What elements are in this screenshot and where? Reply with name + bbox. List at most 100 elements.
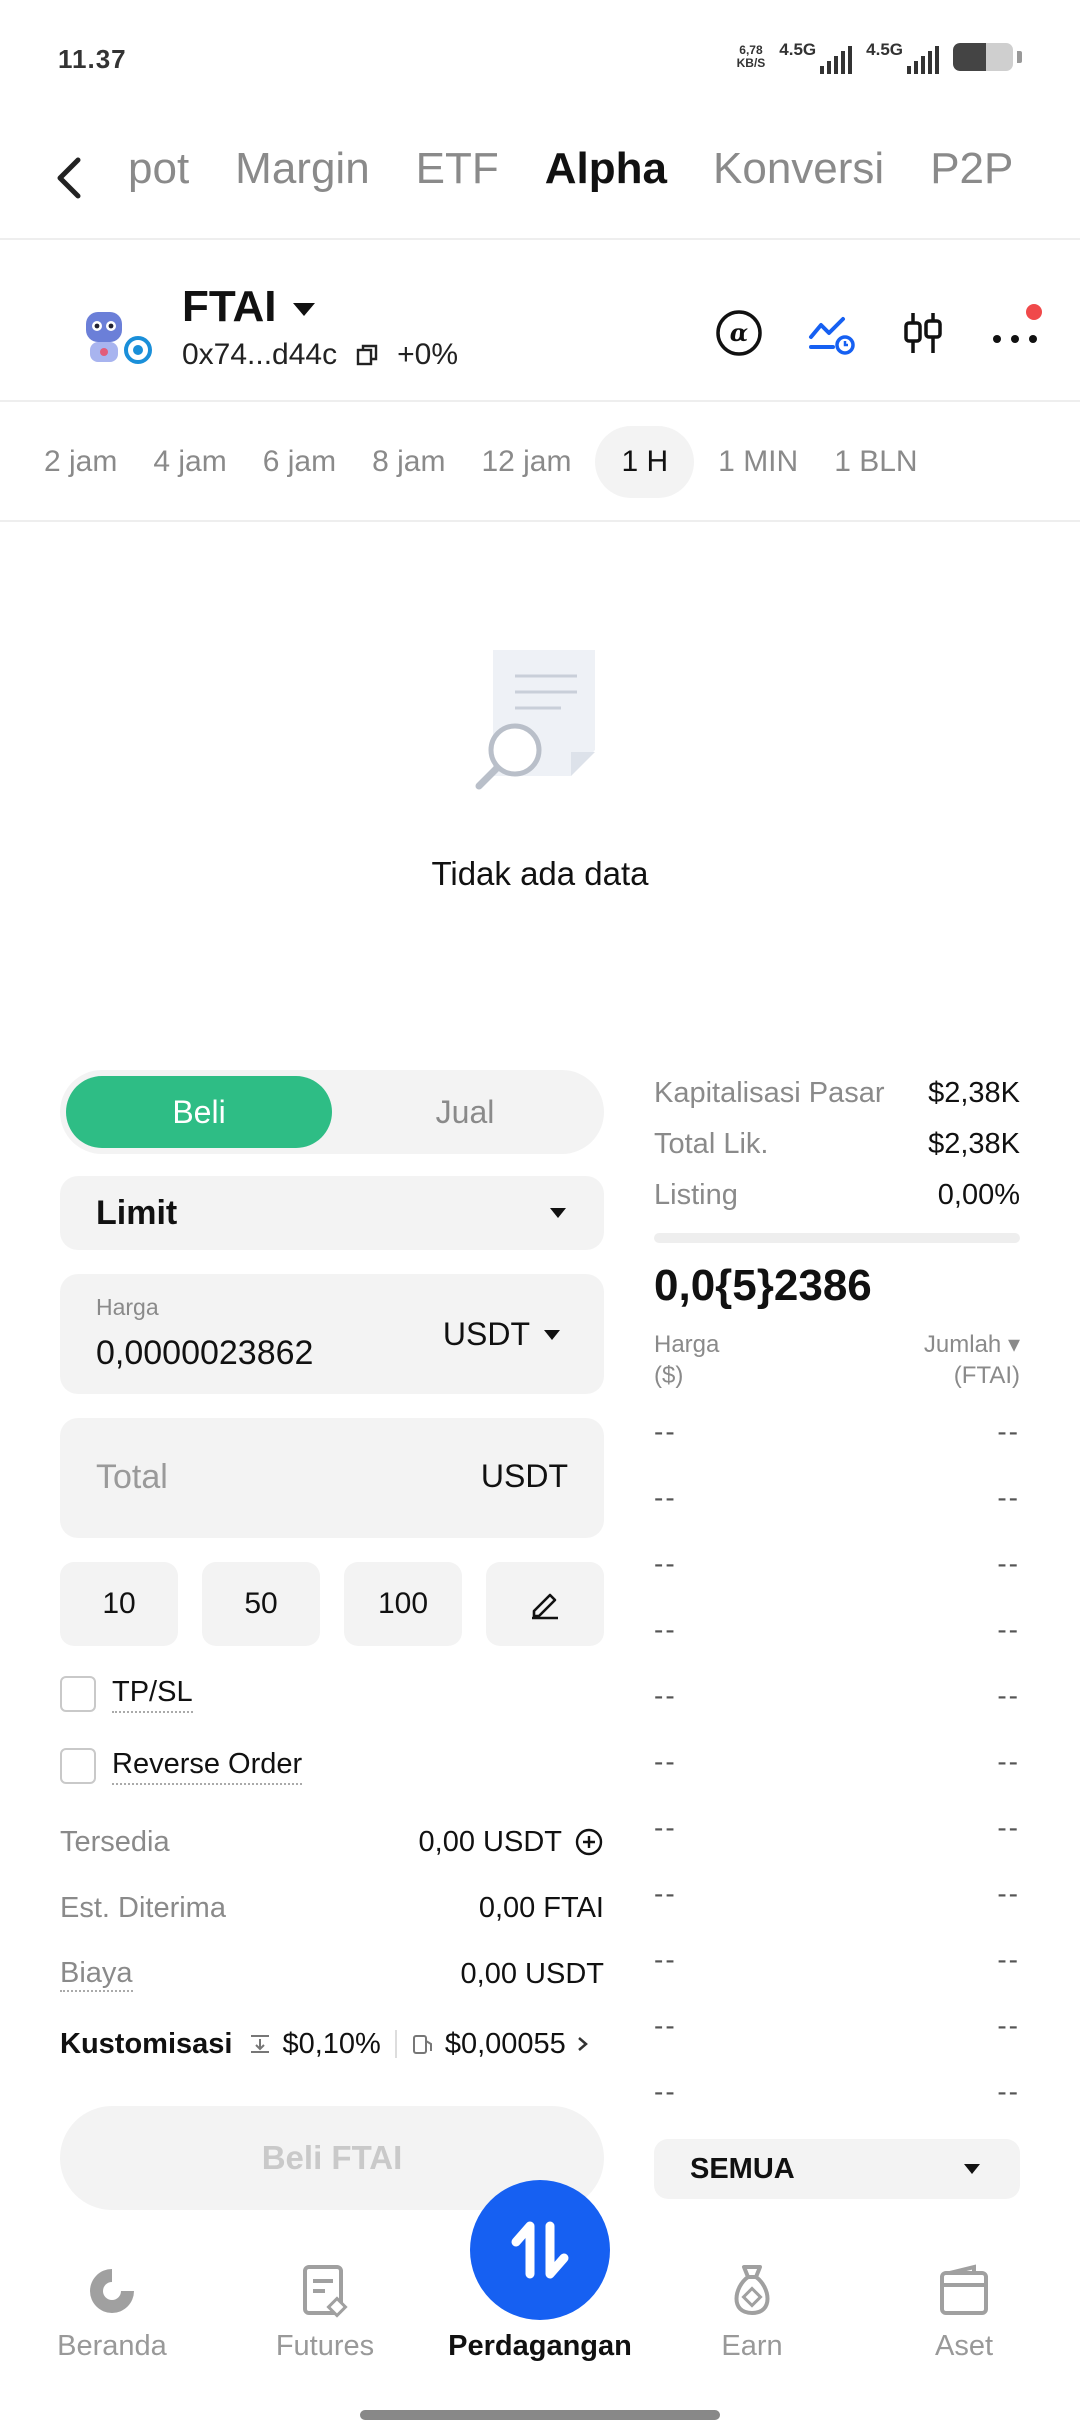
col-amount-label: Jumlah (923, 1331, 1002, 1358)
last-price: 0,0{5}2386 (654, 1261, 872, 1310)
notification-dot (1026, 304, 1042, 320)
order-type-select[interactable]: Limit (60, 1176, 604, 1250)
more-menu-icon[interactable] (990, 304, 1042, 358)
slippage-value: $0,10% (282, 2027, 381, 2060)
order-book-amount: -- (997, 1812, 1020, 1843)
nav-beranda[interactable]: Beranda (12, 2260, 212, 2363)
home-icon (12, 2260, 212, 2322)
preset-10[interactable]: 10 (60, 1562, 178, 1646)
sell-tab[interactable]: Jual (332, 1076, 598, 1148)
price-alert-icon[interactable] (806, 308, 856, 358)
slippage-icon (251, 2035, 270, 2053)
earn-icon (652, 2260, 852, 2322)
filter-value: SEMUA (690, 2152, 795, 2185)
status-bar: 11.37 6,78 KB/S 4.5G 4.5G (0, 0, 1080, 120)
available-row: Tersedia 0,00 USDT (60, 1822, 604, 1862)
reverse-order-option[interactable]: Reverse Order (60, 1744, 604, 1788)
order-book-price: -- (654, 1482, 677, 1513)
order-book-row: -- -- (654, 2059, 1020, 2125)
status-indicators: 6,78 KB/S 4.5G 4.5G (737, 40, 1022, 74)
status-time: 11.37 (58, 44, 127, 74)
candlestick-chart-icon[interactable] (898, 308, 948, 358)
home-indicator (360, 2410, 720, 2420)
order-form: Beli Jual Limit Harga 0,0000023862 USDT … (60, 1070, 604, 2210)
caret-down-icon (550, 1208, 566, 1218)
nav-futures[interactable]: Futures (225, 2260, 425, 2363)
interval-1m[interactable]: 1 BLN (822, 426, 929, 498)
order-book-price: -- (654, 1614, 677, 1645)
interval-2h[interactable]: 2 jam (32, 426, 129, 498)
order-book-amount: -- (997, 1878, 1020, 1909)
market-type-tabs: pot Margin ETF Alpha Konversi P2P (0, 120, 1080, 240)
add-funds-icon[interactable] (574, 1827, 604, 1857)
back-button[interactable] (44, 148, 94, 208)
order-book-price: -- (654, 1812, 677, 1843)
svg-text:α: α (730, 318, 748, 347)
tab-konversi[interactable]: Konversi (713, 144, 884, 194)
estimated-receive-row: Est. Diterima 0,00 FTAI (60, 1888, 604, 1928)
order-book-row: -- -- (654, 1795, 1020, 1861)
tab-spot[interactable]: pot (128, 144, 189, 194)
edit-presets-button[interactable] (486, 1562, 604, 1646)
market-info-panel: Kapitalisasi Pasar $2,38K Total Lik. $2,… (654, 1068, 1020, 2199)
total-liquidity-row: Total Lik. $2,38K (654, 1128, 1020, 1160)
amount-column-toggle[interactable]: Jumlah ▾ (FTAI) (924, 1329, 1020, 1391)
signal-2-icon: 4.5G (866, 40, 939, 74)
caret-down-icon (964, 2164, 980, 2174)
market-cap-row: Kapitalisasi Pasar $2,38K (654, 1077, 1020, 1109)
tpsl-option[interactable]: TP/SL (60, 1672, 604, 1716)
preset-50[interactable]: 50 (202, 1562, 320, 1646)
interval-6h[interactable]: 6 jam (251, 426, 348, 498)
network-speed: 6,78 KB/S (736, 43, 766, 70)
futures-icon (225, 2260, 425, 2322)
order-book-price: -- (654, 2010, 677, 2041)
interval-8h[interactable]: 8 jam (360, 426, 457, 498)
price-input[interactable]: Harga 0,0000023862 USDT (60, 1274, 604, 1394)
trade-icon (511, 2221, 569, 2279)
alpha-icon[interactable]: α (714, 308, 764, 358)
buy-tab[interactable]: Beli (66, 1076, 332, 1148)
estimated-receive-value: 0,00 FTAI (478, 1891, 604, 1924)
order-book-row: -- -- (654, 1597, 1020, 1663)
token-logo-icon (86, 312, 152, 364)
tpsl-checkbox[interactable] (60, 1676, 96, 1712)
token-address: 0x74...d44c (182, 338, 338, 371)
reverse-order-checkbox[interactable] (60, 1748, 96, 1784)
interval-1d[interactable]: 1 H (595, 426, 695, 498)
price-label: Harga (96, 1294, 159, 1320)
nav-earn[interactable]: Earn (652, 2260, 852, 2363)
price-value[interactable]: 0,0000023862 (96, 1334, 313, 1373)
order-type-value: Limit (96, 1193, 178, 1232)
order-book-row: -- -- (654, 1399, 1020, 1465)
copy-icon[interactable] (355, 343, 379, 367)
token-header: FTAI 0x74...d44c +0% α (0, 242, 1080, 402)
interval-1w[interactable]: 1 MIN (706, 426, 810, 498)
available-label: Tersedia (60, 1825, 170, 1858)
price-unit-select[interactable]: USDT (443, 1316, 560, 1353)
customize-row[interactable]: Kustomisasi $0,10% $0,00055 (60, 2022, 604, 2066)
chart-empty-state: Tidak ada data (0, 600, 1080, 893)
fee-label[interactable]: Biaya (60, 1957, 133, 1992)
interval-4h[interactable]: 4 jam (141, 426, 238, 498)
token-selector[interactable]: FTAI (182, 282, 315, 332)
nav-aset[interactable]: Aset (864, 2260, 1064, 2363)
preset-100[interactable]: 100 (344, 1562, 462, 1646)
order-book-amount: -- (997, 1482, 1020, 1513)
tab-alpha[interactable]: Alpha (545, 144, 667, 194)
order-book-filter-select[interactable]: SEMUA (654, 2139, 1020, 2199)
chart-interval-selector: 2 jam 4 jam 6 jam 8 jam 12 jam 1 H 1 MIN… (0, 404, 1080, 522)
tab-margin[interactable]: Margin (235, 144, 370, 194)
order-book-amount: -- (997, 1944, 1020, 1975)
token-sub-info: 0x74...d44c +0% (182, 338, 458, 372)
order-book-row: -- -- (654, 1993, 1020, 2059)
col-price-label: Harga (654, 1331, 720, 1358)
order-book-price: -- (654, 1416, 677, 1447)
order-book-amount: -- (997, 2076, 1020, 2107)
interval-12h[interactable]: 12 jam (469, 426, 583, 498)
trade-button[interactable] (470, 2180, 610, 2320)
edit-icon (532, 1593, 558, 1620)
tab-p2p[interactable]: P2P (930, 144, 1013, 194)
order-book-row: -- -- (654, 1927, 1020, 1993)
total-input[interactable]: Total USDT (60, 1418, 604, 1538)
tab-etf[interactable]: ETF (416, 144, 499, 194)
